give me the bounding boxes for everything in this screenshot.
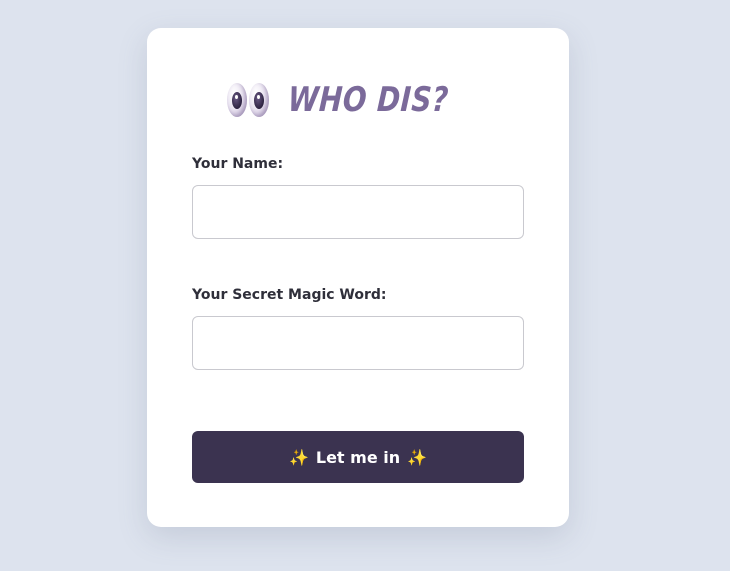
- secret-word-label: Your Secret Magic Word:: [192, 287, 387, 303]
- eyes-emoji-icon: [226, 83, 270, 117]
- let-me-in-button[interactable]: ✨ Let me in ✨: [192, 431, 524, 483]
- left-eye: [227, 83, 248, 117]
- left-pupil: [232, 92, 243, 109]
- right-eye: [249, 83, 270, 117]
- sparkles-icon: ✨: [288, 447, 309, 467]
- login-card: WHO DIS? Your Name: Your Secret Magic Wo…: [147, 28, 569, 527]
- page-title: WHO DIS?: [286, 80, 450, 120]
- card-header: WHO DIS?: [147, 77, 569, 123]
- sparkles-icon: ✨: [407, 447, 428, 467]
- secret-word-input[interactable]: [192, 316, 524, 370]
- let-me-in-label: Let me in: [315, 447, 401, 467]
- name-input[interactable]: [192, 185, 524, 239]
- right-pupil: [254, 92, 265, 109]
- name-label: Your Name:: [192, 156, 284, 172]
